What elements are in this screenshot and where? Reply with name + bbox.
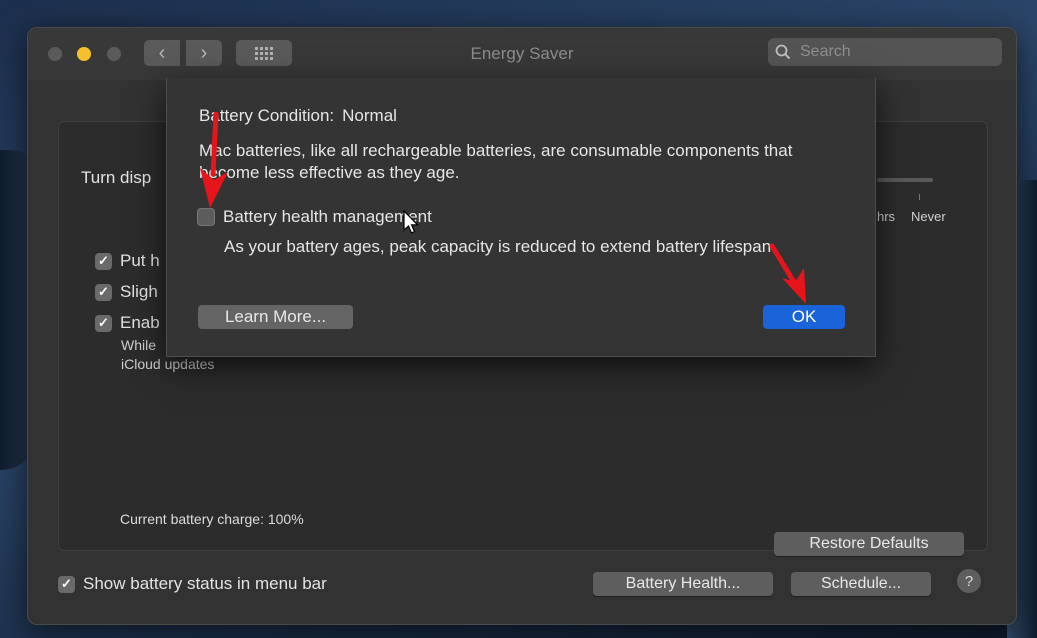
- battery-health-sheet: Battery Condition: Normal Mac batteries, …: [166, 78, 876, 357]
- battery-health-management-label: Battery health management: [223, 207, 432, 226]
- title-bar: ‹ › Energy Saver: [28, 28, 1016, 80]
- battery-charge-status: Current battery charge: 100%: [120, 511, 304, 527]
- schedule-button[interactable]: Schedule...: [791, 572, 931, 596]
- search-field[interactable]: [768, 38, 1002, 66]
- battery-health-button[interactable]: Battery Health...: [593, 572, 773, 596]
- show-battery-status-label: Show battery status in menu bar: [83, 574, 327, 593]
- search-input[interactable]: [798, 42, 992, 62]
- mouse-cursor-icon: [403, 210, 419, 234]
- ok-button[interactable]: OK: [763, 305, 845, 329]
- learn-more-button[interactable]: Learn More...: [198, 305, 353, 329]
- power-nap-note-line1: While: [121, 337, 157, 353]
- annotation-arrow-icon: [769, 243, 806, 304]
- power-nap-note-line2: iCloud updates: [121, 356, 215, 372]
- option-label: Put h: [120, 251, 160, 270]
- slider-label-never: Never: [911, 209, 946, 224]
- checkbox-checked[interactable]: ✓: [95, 252, 112, 270]
- battery-health-management-description: As your battery ages, peak capacity is r…: [224, 237, 776, 256]
- option-put-hard-disks-to-sleep[interactable]: ✓ Put h: [95, 251, 160, 271]
- option-label: Sligh: [120, 282, 158, 301]
- checkbox-checked[interactable]: ✓: [95, 314, 112, 332]
- search-icon: [768, 44, 798, 60]
- checkbox-checked[interactable]: ✓: [58, 575, 75, 593]
- help-button[interactable]: ?: [957, 569, 981, 593]
- option-enable-power-nap[interactable]: ✓ Enab: [95, 313, 160, 333]
- annotation-arrow-icon: [200, 112, 228, 208]
- slider-tick: [919, 194, 920, 200]
- display-sleep-slider[interactable]: [877, 178, 933, 182]
- turn-display-off-label: Turn disp: [81, 168, 152, 187]
- show-battery-status-option[interactable]: ✓ Show battery status in menu bar: [58, 574, 327, 594]
- option-label: Enab: [120, 313, 160, 332]
- checkbox-checked[interactable]: ✓: [95, 283, 112, 301]
- battery-description: Mac batteries, like all rechargeable bat…: [199, 141, 793, 182]
- option-slightly-dim-display[interactable]: ✓ Sligh: [95, 282, 158, 302]
- slider-label-hrs: hrs: [877, 209, 896, 224]
- restore-defaults-button[interactable]: Restore Defaults: [774, 532, 964, 556]
- battery-condition-value: Normal: [342, 106, 397, 125]
